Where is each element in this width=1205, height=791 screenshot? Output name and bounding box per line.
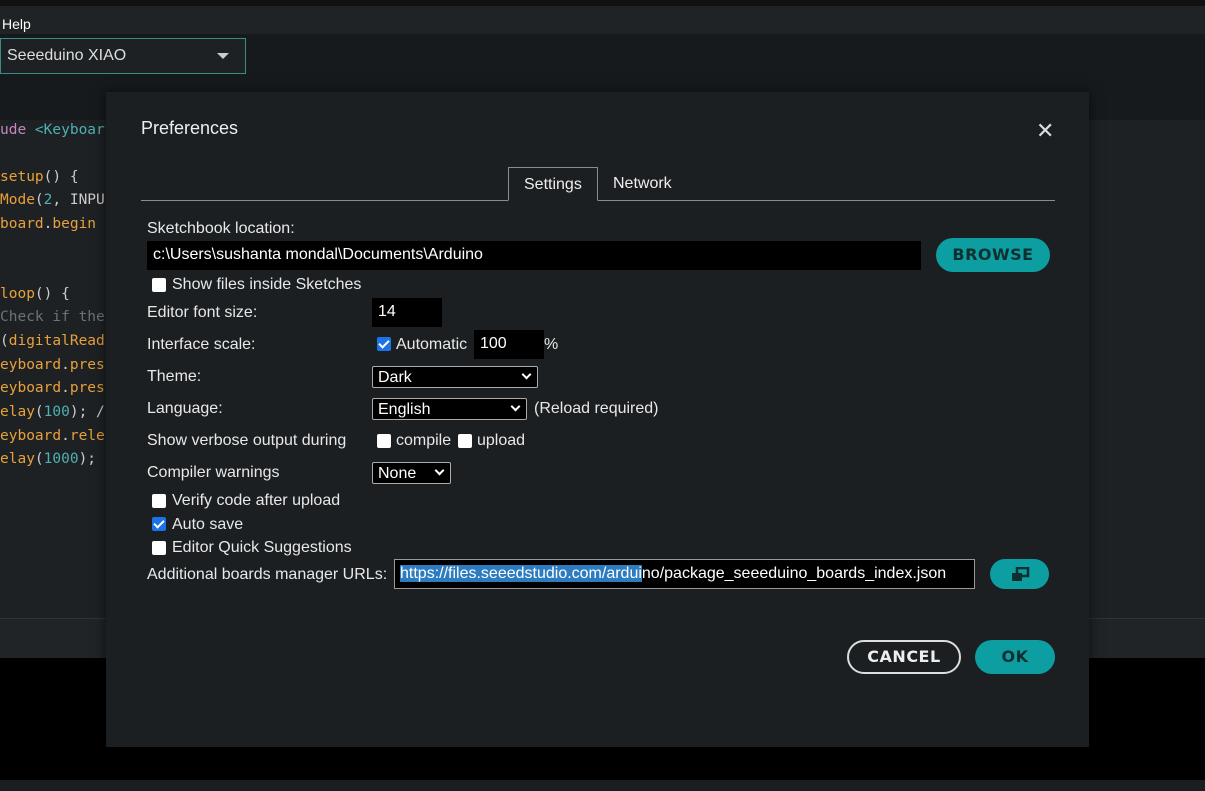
code-token: pres [69,380,105,396]
code-line: eyboard.pres [0,357,105,373]
theme-label: Theme: [147,368,202,385]
verbose-upload-label: upload [477,432,526,449]
font-size-input[interactable]: 14 [372,298,442,327]
warnings-value: None [378,465,417,482]
code-token: setup [0,169,44,185]
code-token: ude [0,122,35,138]
code-token: elay [0,451,35,467]
warnings-select[interactable]: None [372,462,451,484]
language-label: Language: [147,400,223,417]
code-line: (digitalRead [0,333,105,349]
close-icon[interactable]: ✕ [1036,118,1054,144]
verbose-compile-label: compile [396,432,452,449]
code-token: ); [78,451,97,467]
show-files-checkbox[interactable] [152,278,166,292]
code-token: loop [0,286,35,302]
autosave-checkbox[interactable] [152,517,166,531]
code-token: 100 [43,404,70,420]
code-token: () { [43,169,79,185]
verify-checkbox[interactable] [152,494,166,508]
code-token: begin [52,216,97,232]
verbose-label: Show verbose output during [147,432,347,449]
preferences-dialog: Preferences ✕ Settings Network Sketchboo… [106,92,1089,747]
code-token: <Keyboar [34,122,105,138]
code-line: ude <Keyboar [0,122,105,138]
reload-note: (Reload required) [534,400,659,417]
code-token: () { [34,286,70,302]
menu-help[interactable]: Help [2,16,31,32]
edit-urls-button[interactable] [990,559,1049,589]
code-line: board.begin [0,216,96,232]
code-line: elay(100); / [0,404,105,420]
verify-label: Verify code after upload [172,492,341,509]
code-token: , INPU [52,192,105,208]
code-token: ( [34,451,44,467]
caret-down-icon [217,53,229,59]
verbose-upload-checkbox[interactable] [458,434,472,448]
tab-settings[interactable]: Settings [508,167,598,201]
scale-input[interactable]: 100 [474,330,544,359]
language-value: English [378,401,431,418]
cancel-button[interactable]: CANCEL [847,640,961,674]
chevron-down-icon [521,369,532,380]
quick-suggestions-checkbox[interactable] [152,541,166,555]
sketchbook-input[interactable]: c:\Users\sushanta mondal\Documents\Ardui… [147,241,921,270]
code-token: . [61,428,70,444]
open-window-icon [1011,566,1029,581]
code-token: elay [0,404,35,420]
code-token: ( [34,192,44,208]
code-line: Check if the [0,309,105,325]
show-files-label: Show files inside Sketches [172,276,362,293]
dialog-title: Preferences [141,118,239,138]
code-line: Mode(2, INPU [0,192,105,208]
code-token: 1000 [43,451,79,467]
verbose-compile-checkbox[interactable] [377,434,391,448]
selected-text: https://files.seeedstudio.com/ardui [400,565,642,582]
code-token: eyboard [0,380,62,396]
code-token: ( [0,333,9,349]
theme-select[interactable]: Dark [372,366,538,388]
sketchbook-label: Sketchbook location: [147,220,295,237]
theme-value: Dark [378,369,412,386]
code-token: eyboard [0,357,62,373]
tab-network[interactable]: Network [598,167,687,201]
menu-bar: Help [0,0,1205,34]
code-token: rele [69,428,105,444]
ok-button[interactable]: OK [975,640,1055,674]
code-token: . [61,380,70,396]
code-line: eyboard.rele [0,428,105,444]
language-select[interactable]: English [372,398,527,420]
chevron-down-icon [510,401,521,412]
board-selected-label: Seeeduino XIAO [7,47,127,64]
scale-label: Interface scale: [147,336,256,353]
urls-input[interactable]: https://files.seeedstudio.com/arduino/pa… [394,559,975,589]
code-token: digitalRead [8,333,105,349]
browse-button[interactable]: BROWSE [936,238,1050,272]
code-line: eyboard.pres [0,380,105,396]
font-size-label: Editor font size: [147,304,258,321]
url-rest-text: no/package_seeeduino_boards_index.json [641,565,947,582]
code-token: ( [34,404,44,420]
code-line: elay(1000); [0,451,96,467]
code-token: Check if the [0,309,105,325]
status-bar [0,780,1205,791]
code-token: pres [69,357,105,373]
board-selector[interactable]: Seeeduino XIAO [0,38,246,74]
code-token: board [0,216,44,232]
quick-suggestions-label: Editor Quick Suggestions [172,539,352,556]
code-token: eyboard [0,428,62,444]
scale-unit: % [544,336,559,353]
warnings-label: Compiler warnings [147,464,280,481]
code-line: setup() { [0,169,79,185]
autosave-label: Auto save [172,516,244,533]
code-token: . [61,357,70,373]
chevron-down-icon [434,465,445,476]
code-line: loop() { [0,286,70,302]
automatic-scale-label: Automatic [396,336,468,353]
urls-label: Additional boards manager URLs: [147,566,388,583]
code-token: Mode [0,192,35,208]
automatic-scale-checkbox[interactable] [377,337,391,351]
code-token: ); / [69,404,105,420]
